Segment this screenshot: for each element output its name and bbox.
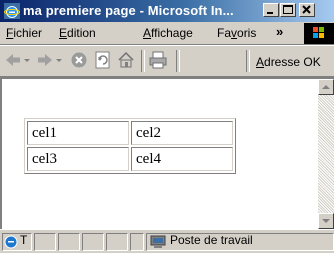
security-zone-label: Poste de travail xyxy=(170,233,253,247)
home-icon[interactable] xyxy=(117,51,135,69)
back-dropdown-icon[interactable] xyxy=(23,51,31,69)
table-row: cel1 cel2 xyxy=(27,121,233,145)
table-cell: cel3 xyxy=(27,147,129,171)
maximize-button[interactable] xyxy=(280,3,296,17)
refresh-icon[interactable] xyxy=(94,51,112,69)
print-icon[interactable] xyxy=(148,51,168,69)
toolbar-separator xyxy=(246,50,250,72)
menu-edition[interactable]: Edition xyxy=(59,26,96,40)
stop-icon[interactable] xyxy=(70,51,88,69)
toolbar-separator xyxy=(141,50,145,72)
vertical-scrollbar[interactable] xyxy=(318,79,334,229)
page-viewport: cel1 cel2 cel3 cel4 xyxy=(0,77,334,229)
windows-logo xyxy=(304,23,334,44)
demo-table: cel1 cel2 cel3 cel4 xyxy=(24,118,236,174)
table-cell: cel1 xyxy=(27,121,129,145)
arrow-up-icon xyxy=(322,85,330,89)
back-icon[interactable] xyxy=(4,51,22,69)
table-cell: cel4 xyxy=(131,147,233,171)
toolbar-separator xyxy=(176,50,180,72)
forward-dropdown-icon[interactable] xyxy=(55,51,63,69)
menu-affichage[interactable]: Affichage xyxy=(143,26,193,40)
menu-overflow-chevron[interactable]: » xyxy=(276,24,283,39)
close-icon xyxy=(302,5,311,14)
status-bar: T Poste de travail xyxy=(0,229,334,253)
minimize-icon xyxy=(267,12,273,14)
arrow-down-icon xyxy=(322,219,330,223)
title-bar[interactable]: ma premiere page - Microsoft In... xyxy=(0,0,334,22)
ie-icon xyxy=(4,3,20,19)
standard-toolbar: Adresse OK xyxy=(0,45,334,77)
menu-bar: Fichier Edition Affichage Favoris » xyxy=(0,22,334,45)
status-pane xyxy=(130,233,144,251)
forward-icon[interactable] xyxy=(36,51,54,69)
maximize-icon xyxy=(283,5,293,14)
status-pane xyxy=(82,233,104,251)
menu-favoris[interactable]: Favoris xyxy=(217,26,256,40)
windows-flag-icon xyxy=(313,27,324,38)
scroll-down-button[interactable] xyxy=(318,213,334,229)
table-row: cel3 cel4 xyxy=(27,147,233,171)
browser-window: ma premiere page - Microsoft In... Fichi… xyxy=(0,0,334,253)
status-pane xyxy=(58,233,80,251)
my-computer-icon xyxy=(150,235,166,248)
status-text: T xyxy=(20,233,28,247)
page-status-icon xyxy=(4,235,18,249)
status-pane xyxy=(106,233,128,251)
close-button[interactable] xyxy=(299,3,315,17)
minimize-button[interactable] xyxy=(263,3,279,17)
menu-fichier[interactable]: Fichier xyxy=(6,26,42,40)
status-pane xyxy=(34,233,56,251)
scroll-up-button[interactable] xyxy=(318,79,334,95)
window-title: ma premiere page - Microsoft In... xyxy=(23,3,234,18)
address-go-button[interactable]: OK xyxy=(303,55,320,69)
address-label: Adresse OK xyxy=(256,55,321,69)
table-cell: cel2 xyxy=(131,121,233,145)
